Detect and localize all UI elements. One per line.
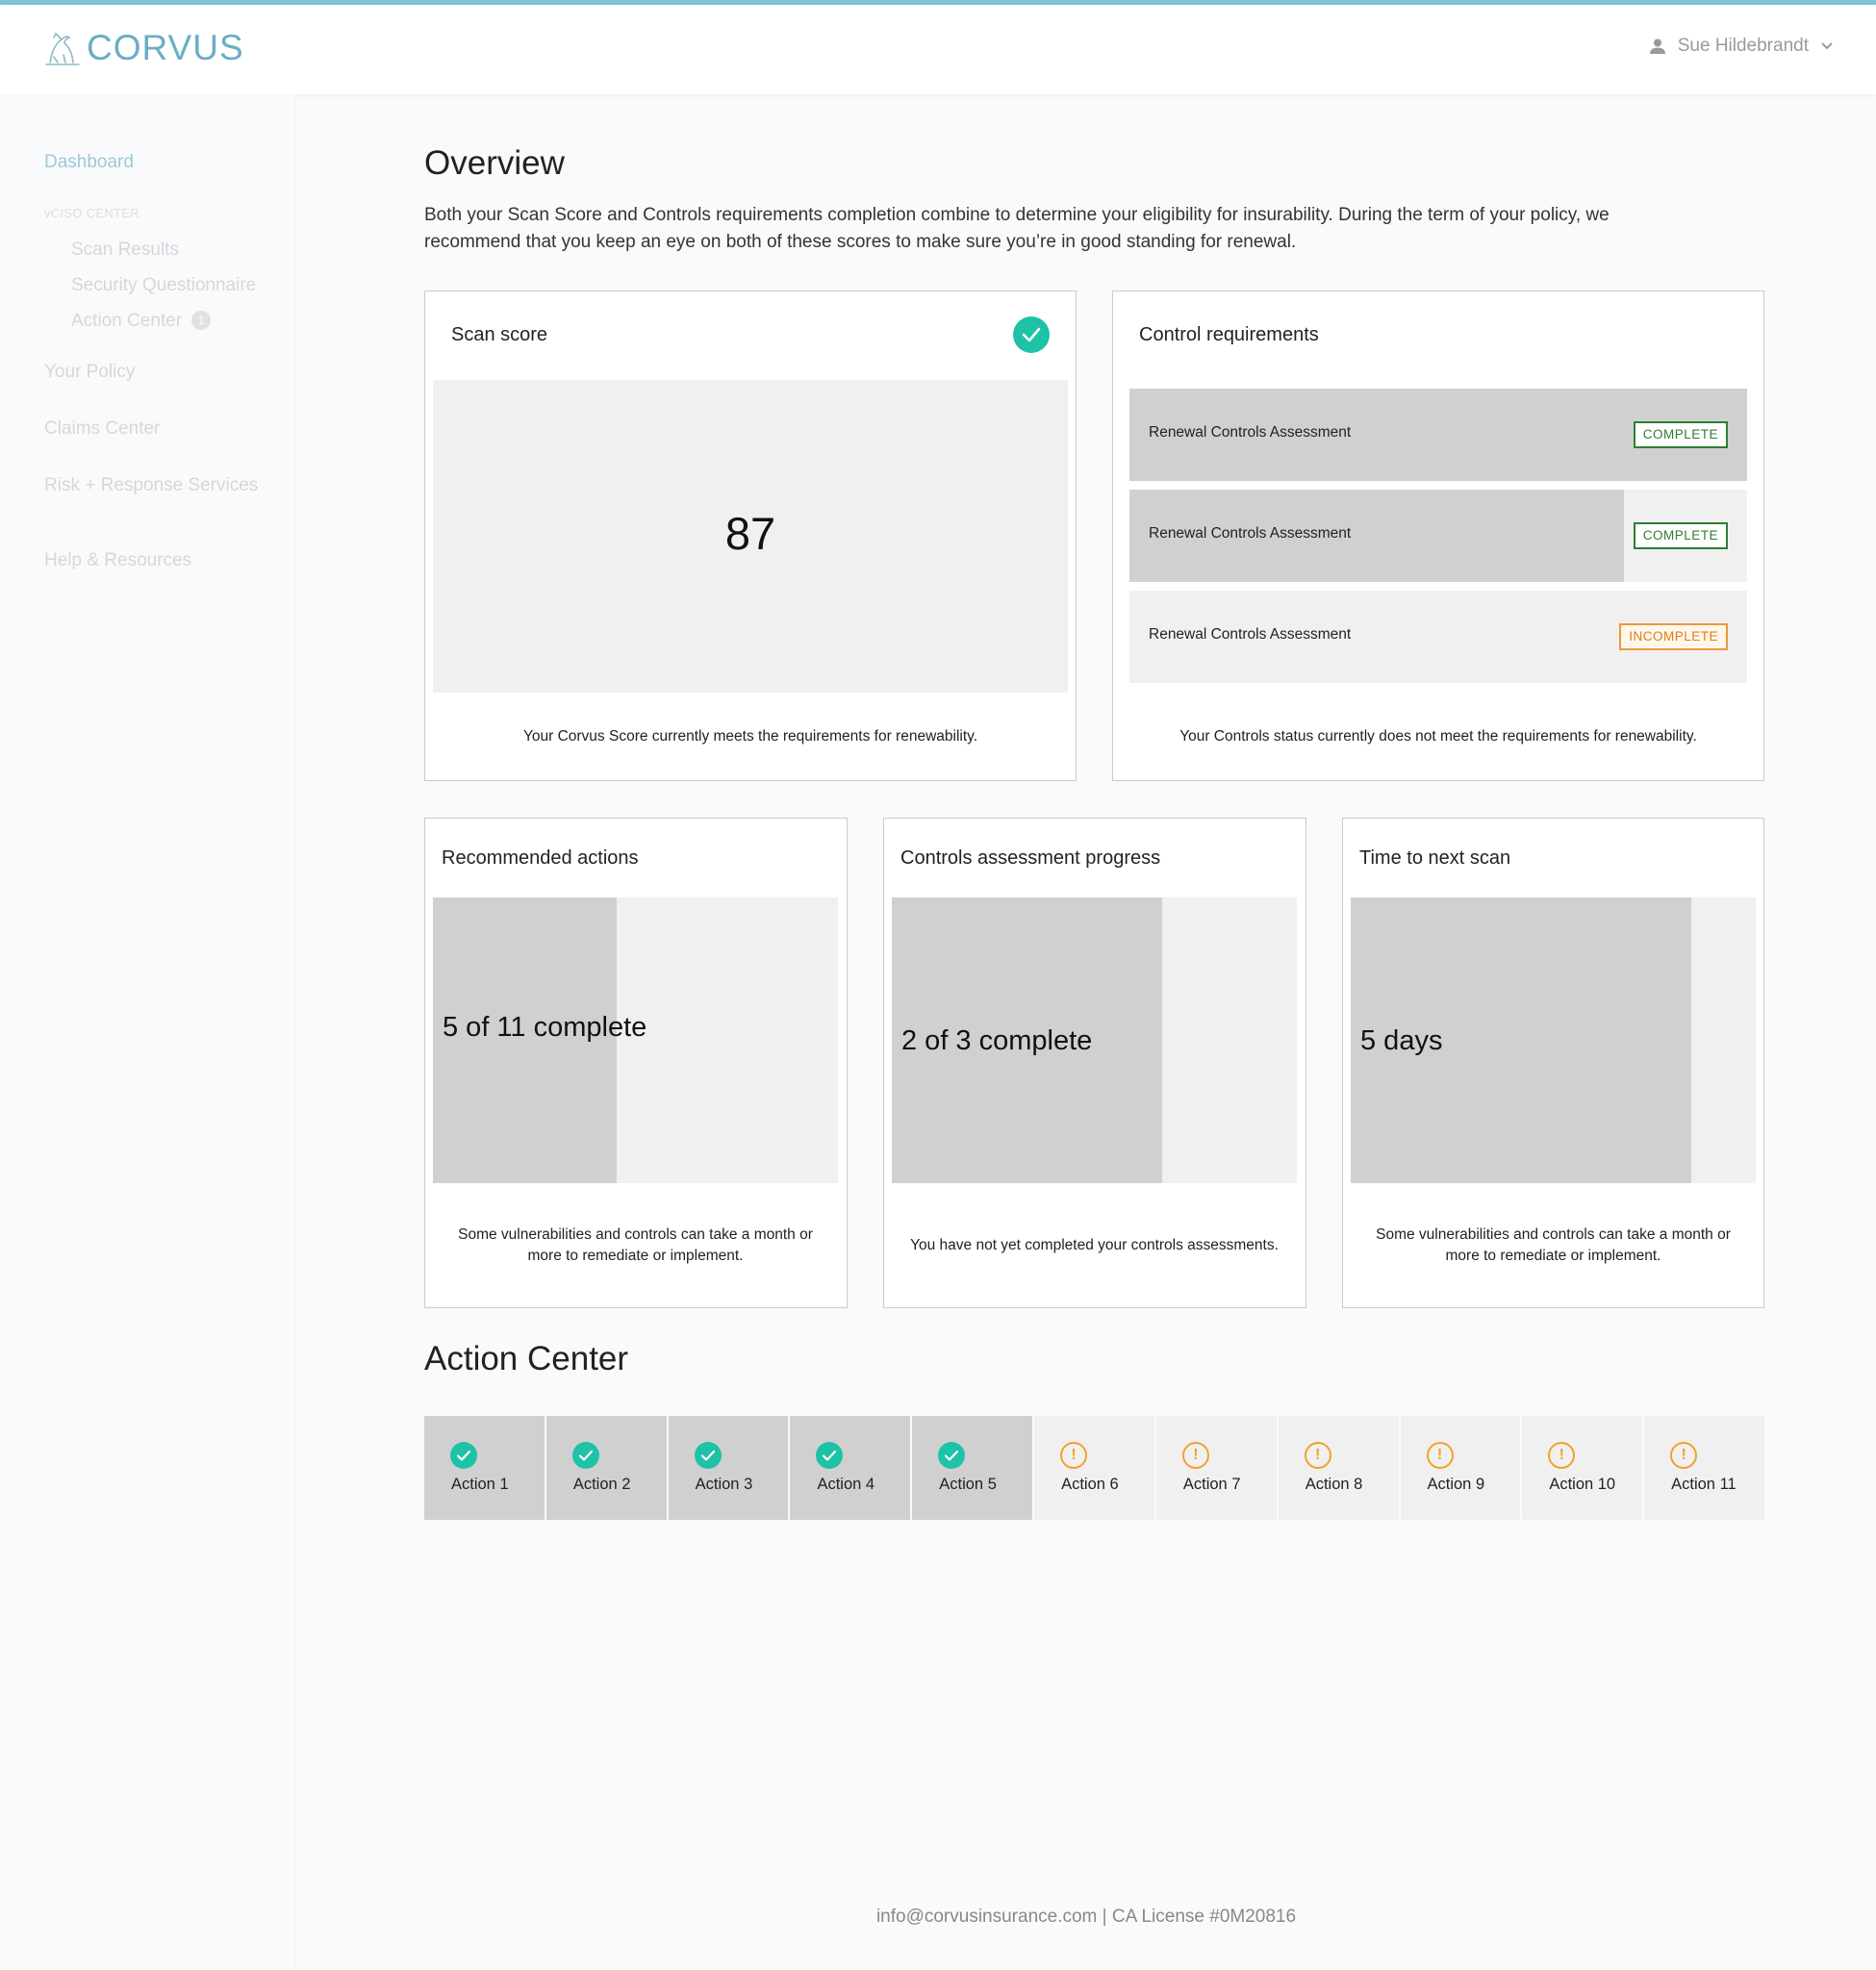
controls-progress-value: 2 of 3 complete: [901, 1025, 1093, 1056]
control-requirements-title: Control requirements: [1139, 324, 1319, 345]
action-item[interactable]: ! Action 10: [1522, 1416, 1643, 1520]
action-item[interactable]: ! Action 11: [1644, 1416, 1764, 1520]
action-label: Action 11: [1671, 1476, 1737, 1493]
status-badge: INCOMPLETE: [1619, 623, 1728, 650]
action-center-list: Action 1 Action 2 Action 3 Action 4 Action 5…: [424, 1416, 1764, 1520]
header: CORVUS Sue Hildebrandt: [0, 5, 1876, 94]
action-item[interactable]: ! Action 9: [1400, 1416, 1521, 1520]
scan-score-value: 87: [724, 508, 776, 559]
warning-circle-icon: !: [1670, 1442, 1698, 1469]
action-label: Action 1: [451, 1476, 509, 1493]
control-requirement-label: Renewal Controls Assessment: [1149, 424, 1352, 441]
warning-circle-icon: !: [1426, 1442, 1454, 1469]
user-name: Sue Hildebrandt: [1677, 36, 1809, 56]
check-circle-icon: [450, 1442, 477, 1469]
check-circle-icon: [938, 1442, 966, 1469]
controls-progress-footer: You have not yet completed your controls…: [892, 1193, 1297, 1299]
action-label: Action 9: [1427, 1476, 1485, 1493]
recommended-actions-footer: Some vulnerabilities and controls can ta…: [433, 1193, 838, 1299]
action-item[interactable]: Action 2: [545, 1416, 667, 1520]
action-label: Action 5: [939, 1476, 997, 1493]
sidebar-item-dashboard[interactable]: Dashboard: [44, 152, 134, 173]
sidebar-item-claims-center[interactable]: Claims Center: [44, 418, 160, 440]
status-badge: COMPLETE: [1633, 522, 1728, 549]
control-requirement-row[interactable]: Renewal Controls Assessment COMPLETE: [1129, 490, 1747, 582]
control-requirement-label: Renewal Controls Assessment: [1149, 525, 1352, 542]
warning-circle-icon: !: [1304, 1442, 1331, 1469]
status-badge: COMPLETE: [1633, 421, 1728, 448]
next-scan-footer: Some vulnerabilities and controls can ta…: [1351, 1193, 1756, 1299]
warning-circle-icon: !: [1181, 1442, 1209, 1469]
recommended-actions-value: 5 of 11 complete: [443, 1012, 647, 1043]
control-requirement-row[interactable]: Renewal Controls Assessment COMPLETE: [1129, 389, 1747, 481]
sidebar-item-risk-response[interactable]: Risk + Response Services: [44, 475, 258, 496]
action-item[interactable]: Action 5: [912, 1416, 1033, 1520]
action-item[interactable]: ! Action 8: [1278, 1416, 1399, 1520]
scan-score-title: Scan score: [451, 324, 548, 345]
sidebar-item-your-policy[interactable]: Your Policy: [44, 362, 135, 383]
check-circle-icon: [816, 1442, 844, 1469]
control-requirement-label: Renewal Controls Assessment: [1149, 626, 1352, 643]
sidebar-item-scan-results[interactable]: Scan Results: [71, 240, 179, 261]
next-scan-title: Time to next scan: [1359, 847, 1511, 869]
action-label: Action 4: [817, 1476, 875, 1493]
sidebar: Dashboard vCISO CENTER Scan Results Secu…: [0, 94, 296, 1970]
action-item[interactable]: Action 1: [424, 1416, 545, 1520]
control-requirement-row[interactable]: Renewal Controls Assessment INCOMPLETE: [1129, 591, 1747, 683]
logo-text: CORVUS: [87, 28, 244, 67]
sidebar-section-vciso: vCISO CENTER: [44, 206, 139, 220]
action-label: Action 10: [1549, 1476, 1616, 1493]
footer-contact: info@corvusinsurance.com | CA License #0…: [875, 1907, 1297, 1927]
next-scan-value: 5 days: [1360, 1025, 1443, 1056]
action-item[interactable]: Action 3: [668, 1416, 789, 1520]
recommended-actions-title: Recommended actions: [442, 847, 639, 869]
warning-circle-icon: !: [1548, 1442, 1576, 1469]
corvus-logo[interactable]: CORVUS: [40, 28, 244, 68]
warning-circle-icon: !: [1060, 1442, 1088, 1469]
action-item[interactable]: ! Action 7: [1155, 1416, 1277, 1520]
action-label: Action 8: [1305, 1476, 1363, 1493]
chevron-down-icon: [1821, 42, 1833, 50]
check-circle-icon: [1013, 316, 1050, 353]
user-icon: [1649, 38, 1665, 54]
controls-progress-title: Controls assessment progress: [900, 847, 1161, 869]
check-circle-icon: [694, 1442, 722, 1469]
sidebar-item-action-center[interactable]: Action Center 1: [71, 311, 212, 332]
sidebar-item-security-questionnaire[interactable]: Security Questionnaire: [71, 275, 256, 296]
sidebar-item-help-resources[interactable]: Help & Resources: [44, 550, 191, 571]
action-label: Action 7: [1182, 1476, 1241, 1493]
action-label: Action 3: [695, 1476, 753, 1493]
action-item[interactable]: ! Action 6: [1034, 1416, 1154, 1520]
action-label: Action 6: [1061, 1476, 1119, 1493]
control-requirements-footer: Your Controls status currently does not …: [1121, 700, 1756, 772]
check-circle-icon: [571, 1442, 599, 1469]
raven-logo-icon: [45, 32, 80, 65]
sidebar-item-label: Action Center: [71, 311, 183, 331]
page-title: Overview: [424, 144, 565, 182]
user-menu[interactable]: Sue Hildebrandt: [1649, 36, 1834, 57]
notification-badge: 1: [191, 311, 212, 330]
action-item[interactable]: Action 4: [790, 1416, 911, 1520]
action-center-title: Action Center: [424, 1340, 629, 1377]
scan-score-footer: Your Corvus Score currently meets the re…: [433, 700, 1068, 772]
action-label: Action 2: [572, 1476, 631, 1493]
overview-intro: Both your Scan Score and Controls requir…: [424, 205, 1610, 252]
